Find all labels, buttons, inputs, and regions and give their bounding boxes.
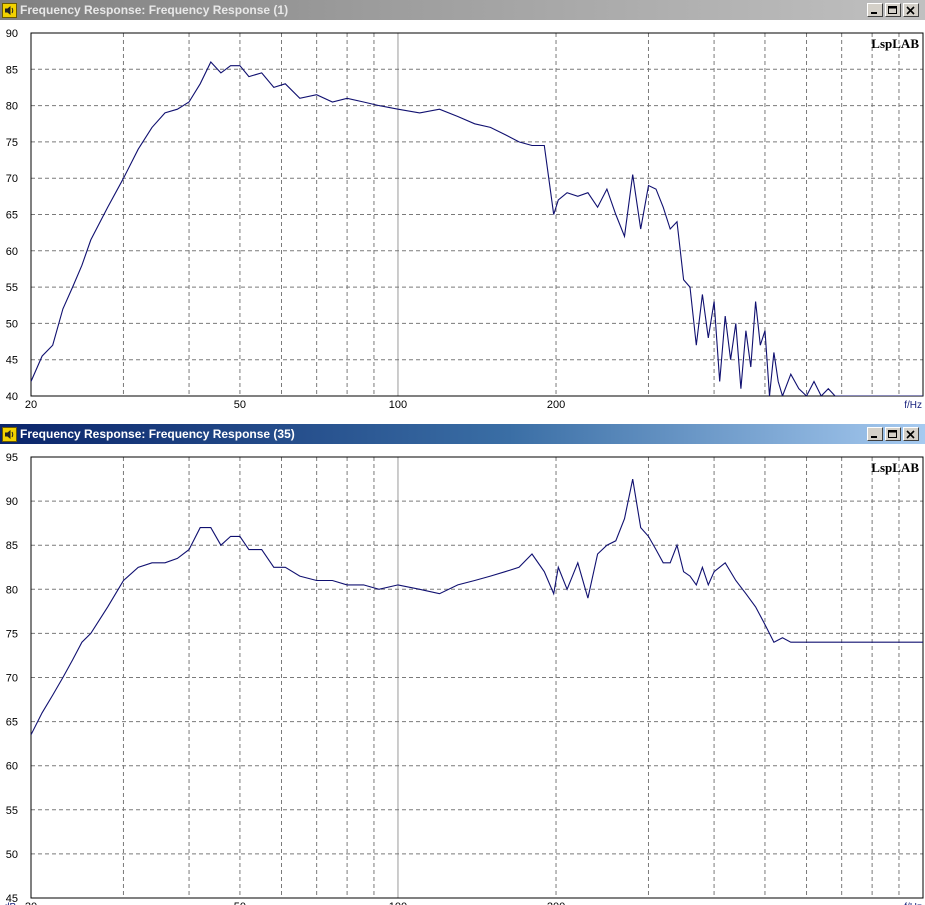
speaker-icon[interactable] [2,2,17,18]
frequency-response-window-1[interactable]: Frequency Response: Frequency Response (… [0,0,925,424]
x-tick-label: 50 [234,399,246,411]
x-axis-label: f/Hz [904,400,922,411]
window-title: Frequency Response: Frequency Response (… [20,427,295,441]
y-tick-label: 70 [6,673,18,685]
y-tick-label: 55 [6,282,18,294]
x-tick-label: 100 [389,399,407,411]
x-tick-label: 200 [547,399,565,411]
speaker-icon[interactable] [2,426,17,442]
frequency-response-chart-1: 40 45 50 55 60 65 70 75 80 85 90 20 50 100 200 f/Hz LspL… [6,28,924,411]
close-icon[interactable] [903,3,919,17]
maximize-icon[interactable] [885,3,901,17]
y-tick-label: 40 [6,391,18,403]
y-tick-label: 65 [6,210,18,222]
y-tick-label: 80 [6,584,18,596]
close-icon[interactable] [903,427,919,441]
y-tick-label: 95 [6,452,18,464]
y-tick-label: 90 [6,496,18,508]
frequency-response-window-35[interactable]: Frequency Response: Frequency Response (… [0,424,925,905]
y-tick-label: 75 [6,137,18,149]
brand-label: LspLAB [871,36,919,51]
y-tick-label: 90 [6,28,18,40]
x-tick-label: 200 [547,901,565,905]
maximize-icon[interactable] [885,427,901,441]
x-tick-label: 100 [389,901,407,905]
y-tick-label: 85 [6,540,18,552]
y-tick-label: 50 [6,849,18,861]
brand-label: LspLAB [871,460,919,475]
y-tick-label: 85 [6,64,18,76]
title-bar[interactable]: Frequency Response: Frequency Response (… [0,0,925,20]
minimize-icon[interactable] [867,3,883,17]
y-tick-label: 60 [6,761,18,773]
window-title: Frequency Response: Frequency Response (… [20,3,289,17]
minimize-icon[interactable] [867,427,883,441]
y-tick-label: 45 [6,355,18,367]
x-tick-label: 20 [25,901,37,905]
frequency-response-chart-35: 45505560657075808590952050100200f/HzdBLs… [4,452,924,905]
y-tick-label: 60 [6,246,18,258]
y-tick-label: 65 [6,717,18,729]
y-tick-label: 50 [6,318,18,330]
title-bar[interactable]: Frequency Response: Frequency Response (… [0,424,925,444]
y-tick-label: 70 [6,173,18,185]
y-tick-label: 80 [6,101,18,113]
x-tick-label: 50 [234,901,246,905]
y-tick-label: 55 [6,805,18,817]
y-tick-label: 75 [6,628,18,640]
x-tick-label: 20 [25,399,37,411]
